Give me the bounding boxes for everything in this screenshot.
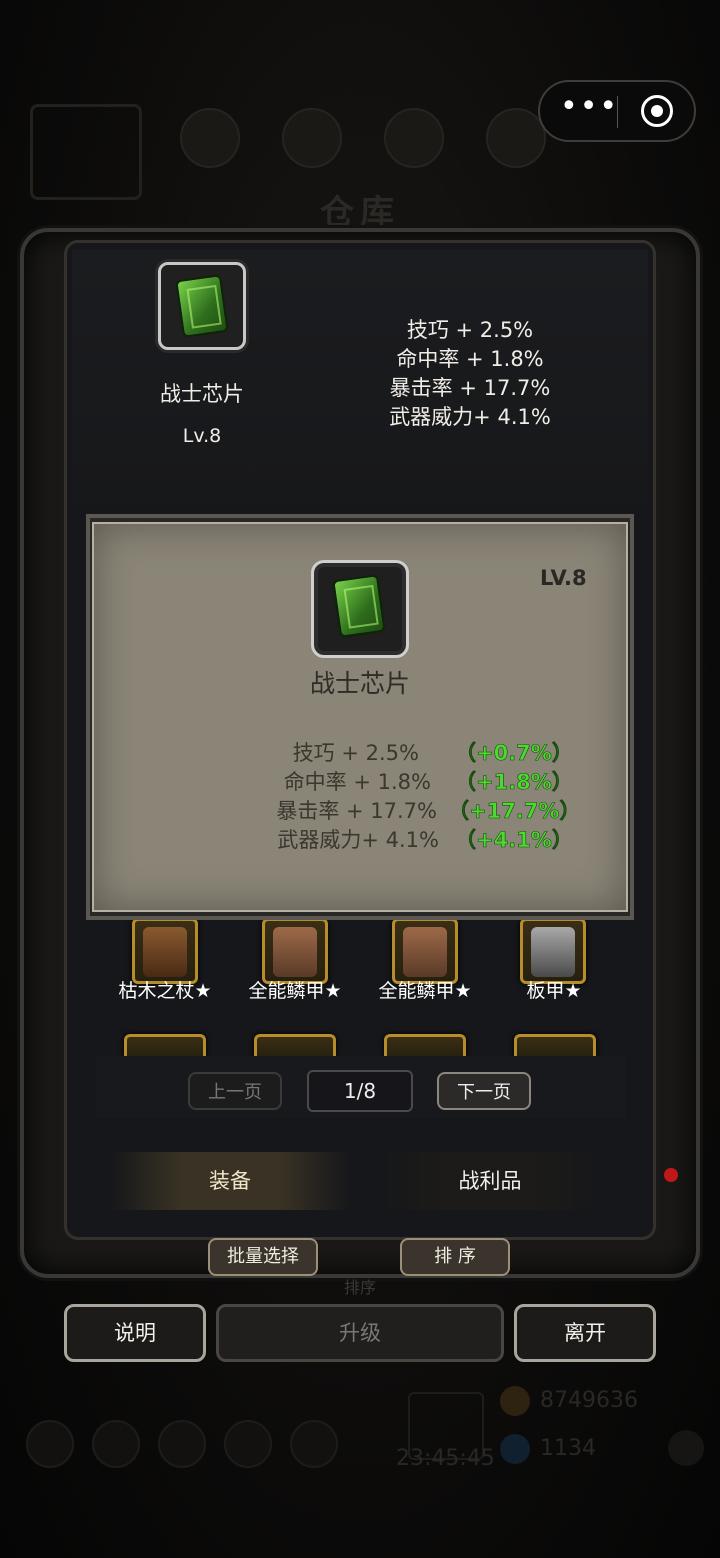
detail-stat-gain: （+1.8%） [455,770,573,795]
gold-coin-icon [500,1386,530,1416]
leave-button[interactable]: 离开 [514,1304,656,1362]
inventory-slot[interactable] [124,1034,206,1058]
detail-stat-gain: （+4.1%） [455,828,573,853]
inventory-slot[interactable] [384,1034,466,1058]
inventory-item-label: 板甲★ [526,980,582,1002]
tab-loot[interactable]: 战利品 [380,1152,600,1210]
detail-level: LV.8 [540,566,587,590]
armor-icon [403,927,447,977]
miniprogram-capsule: ••• [538,80,696,142]
capsule-divider [617,96,618,128]
bg-tab-icon [180,108,240,168]
summary-item-name: 战士芯片 [160,382,244,406]
bg-tab-icon [486,108,546,168]
prev-page-button[interactable]: 上一页 [188,1072,282,1110]
bg-gold-amount: 8749636 [540,1388,638,1413]
gem-icon [500,1434,530,1464]
help-button[interactable]: 说明 [64,1304,206,1362]
warehouse-title: 仓库 [320,193,400,233]
detail-stat: 技巧 + 2.5% [292,741,419,765]
bg-menu-icon [26,1420,74,1468]
inventory-slot[interactable] [262,918,328,984]
summary-stat: 命中率 + 1.8% [396,347,544,371]
bg-tab-icon [282,108,342,168]
summary-item-level: Lv.8 [182,425,222,447]
bg-menu-icon [224,1420,272,1468]
summary-stat: 武器威力+ 4.1% [389,405,551,429]
detail-stat: 武器威力+ 4.1% [277,828,439,852]
plate-armor-icon [531,927,575,977]
bg-add-icon [668,1430,704,1466]
detail-stat: 暴击率 + 17.7% [276,799,437,823]
next-page-button[interactable]: 下一页 [437,1072,531,1110]
upgrade-button[interactable]: 升级 [216,1304,504,1362]
notification-dot [664,1168,678,1182]
more-dots-icon[interactable]: ••• [560,92,617,126]
summary-stat: 技巧 + 2.5% [406,318,534,342]
record-target-icon[interactable] [641,95,673,127]
summary-stats: 技巧 + 2.5% 命中率 + 1.8% 暴击率 + 17.7% 武器威力+ 4… [360,316,580,432]
detail-stat: 命中率 + 1.8% [283,770,431,794]
inventory-item-label: 枯木之杖★ [118,980,212,1002]
detail-item-name: 战士芯片 [309,669,410,698]
inventory-slot[interactable] [392,918,458,984]
detail-item-slot [311,560,409,658]
bg-tab-icon [384,108,444,168]
page-indicator: 1/8 [307,1070,413,1112]
batch-select-button[interactable]: 批量选择 [208,1238,318,1276]
armor-icon [273,927,317,977]
summary-item-slot[interactable] [158,262,246,350]
inventory-slot[interactable] [132,918,198,984]
inventory-slot[interactable] [514,1034,596,1058]
bg-menu-icon [158,1420,206,1468]
inventory-item-label: 全能鳞甲★ [378,980,472,1002]
tab-equipment[interactable]: 装备 [110,1152,350,1210]
bg-sort-label: 排序 [343,1278,376,1297]
detail-stat-gain: （+17.7%） [448,799,581,824]
detail-stat-gain: （+0.7%） [455,741,573,766]
warrior-chip-icon [332,574,386,638]
bg-menu-icon [92,1420,140,1468]
staff-icon [143,927,187,977]
bg-gem-amount: 1134 [540,1436,596,1461]
inventory-slot[interactable] [520,918,586,984]
bg-menu-icon [290,1420,338,1468]
summary-stat: 暴击率 + 17.7% [389,376,551,400]
warrior-chip-icon [175,274,229,338]
inventory-item-label: 全能鳞甲★ [248,980,342,1002]
sort-button[interactable]: 排 序 [400,1238,510,1276]
inventory-slot[interactable] [254,1034,336,1058]
bg-timer: 23:45:45 [396,1446,495,1471]
